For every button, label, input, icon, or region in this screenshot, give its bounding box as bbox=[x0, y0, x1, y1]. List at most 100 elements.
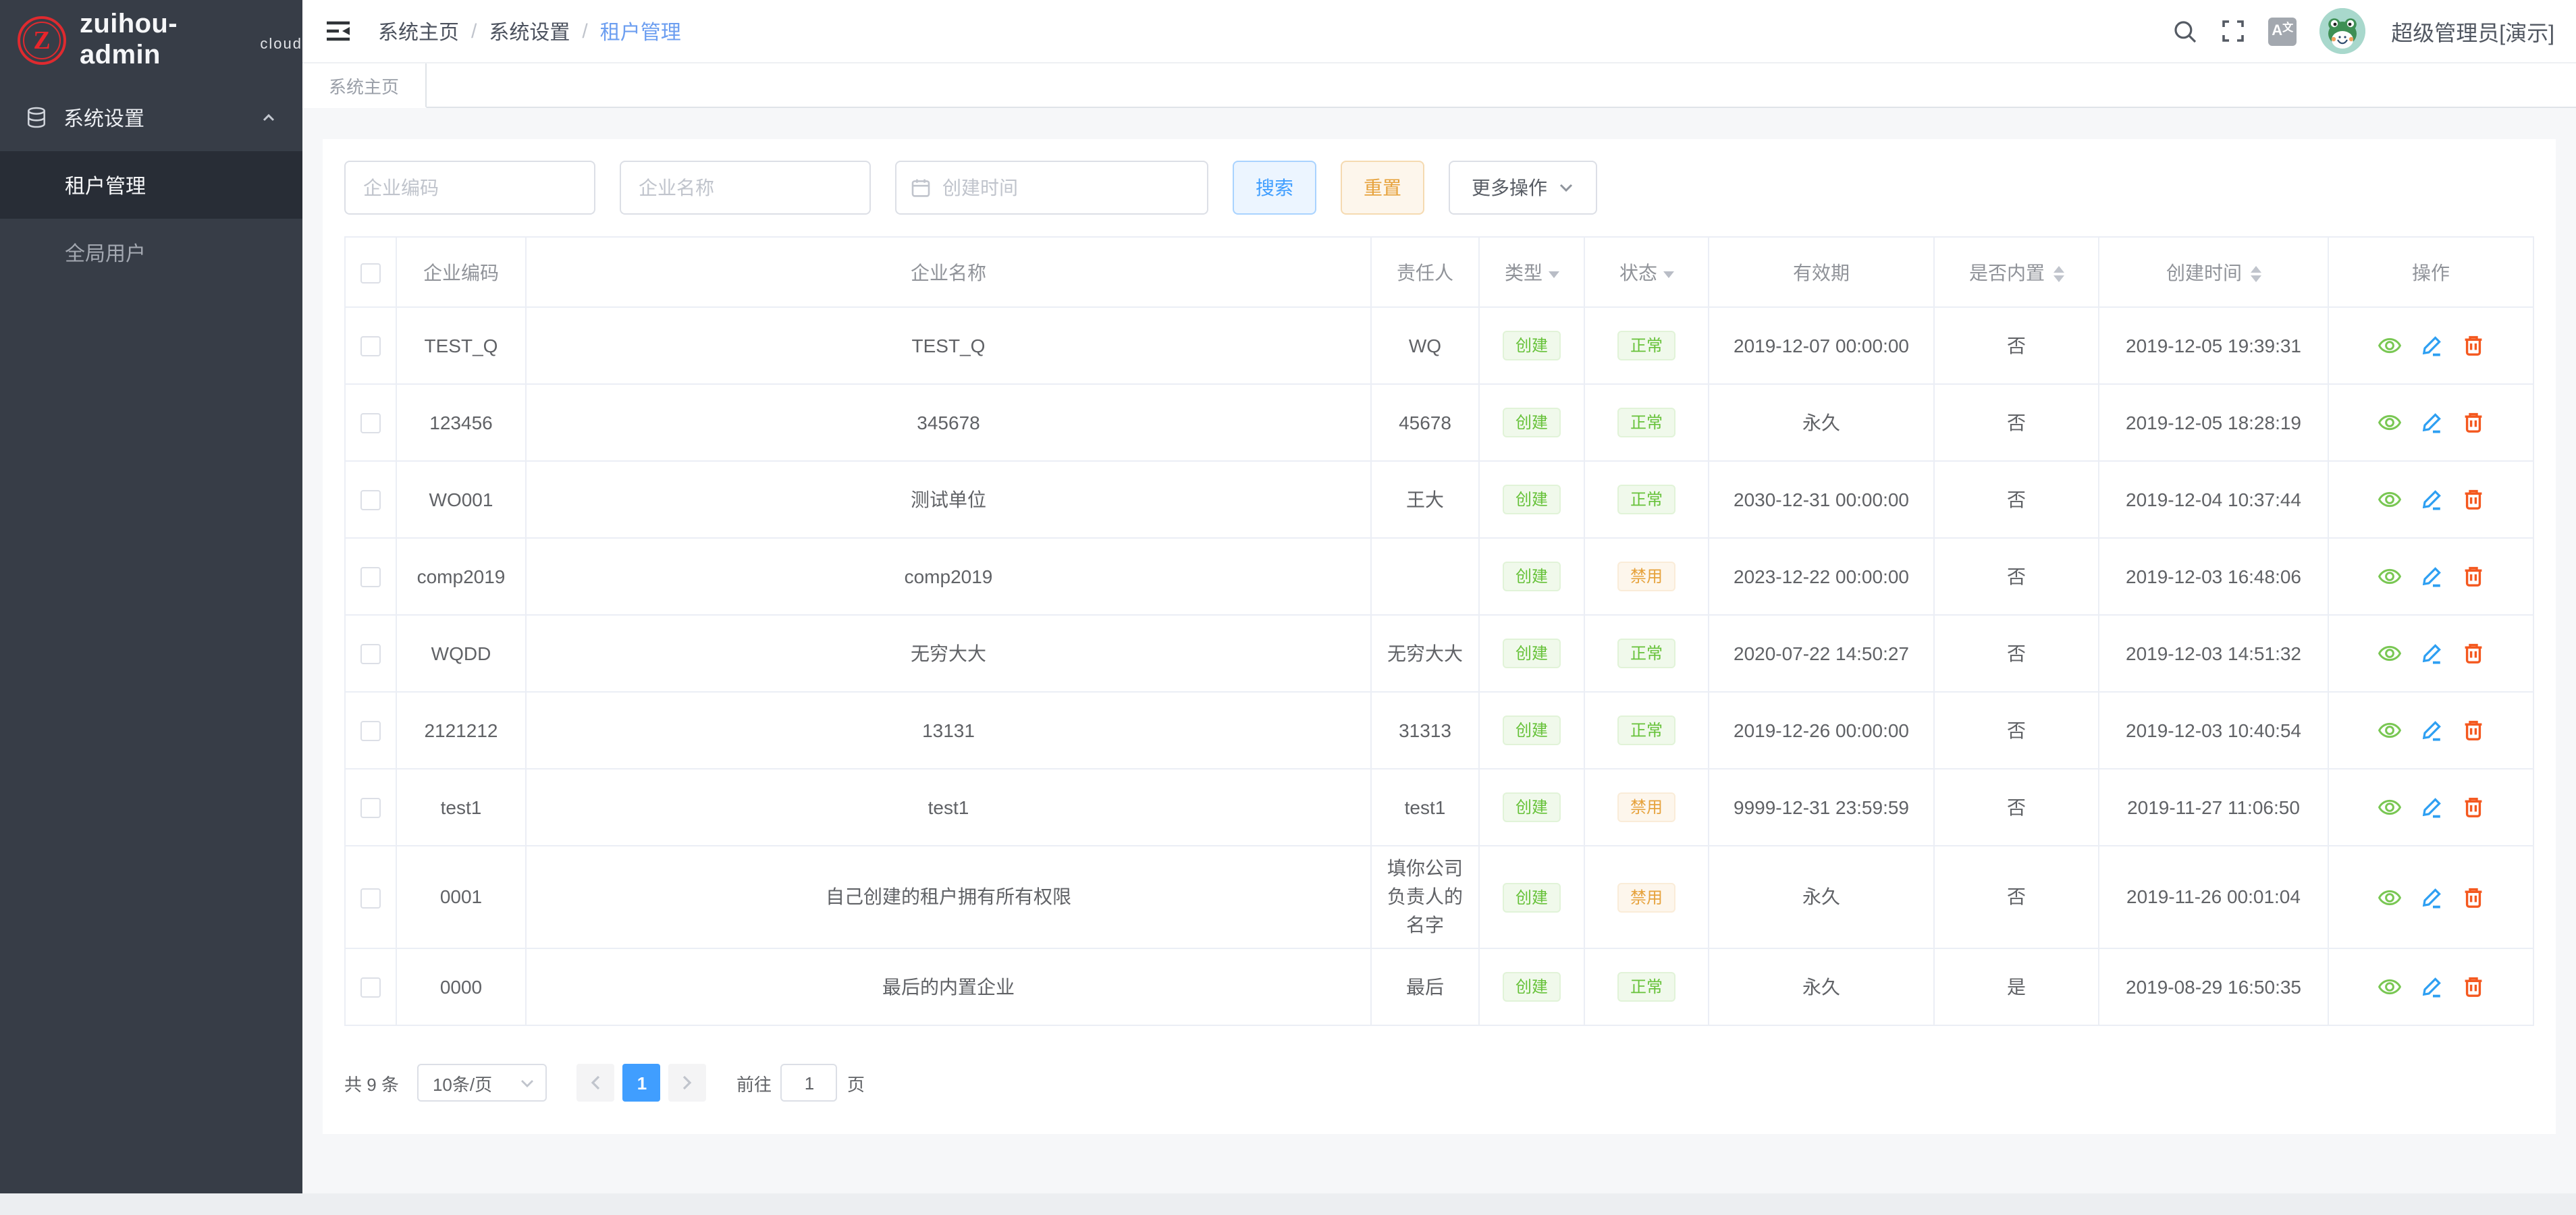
column-header[interactable]: 类型 bbox=[1479, 237, 1584, 307]
edit-icon[interactable] bbox=[2419, 975, 2443, 999]
sidebar-menu: 系统设置 租户管理 全局用户 bbox=[0, 84, 302, 286]
edit-icon[interactable] bbox=[2419, 885, 2443, 909]
delete-icon[interactable] bbox=[2461, 975, 2485, 999]
language-icon[interactable]: A文 bbox=[2268, 17, 2297, 45]
table-row: TEST_QTEST_QWQ创建正常2019-12-07 00:00:00否20… bbox=[345, 307, 2533, 384]
edit-icon[interactable] bbox=[2419, 641, 2443, 666]
search-icon[interactable] bbox=[2172, 18, 2198, 44]
view-icon[interactable] bbox=[2377, 718, 2401, 742]
delete-icon[interactable] bbox=[2461, 718, 2485, 742]
sidebar-item-label: 全局用户 bbox=[65, 238, 146, 267]
tab-bar: 系统主页 bbox=[302, 62, 2576, 108]
cell-status: 正常 bbox=[1584, 948, 1709, 1025]
edit-icon[interactable] bbox=[2419, 333, 2443, 358]
collapse-menu-icon[interactable] bbox=[324, 18, 351, 45]
row-actions bbox=[2337, 487, 2525, 512]
cell-type: 创建 bbox=[1479, 461, 1584, 538]
status-badge: 禁用 bbox=[1618, 882, 1675, 912]
delete-icon[interactable] bbox=[2461, 564, 2485, 589]
column-header[interactable]: 是否内置 bbox=[1934, 237, 2099, 307]
row-checkbox[interactable] bbox=[360, 888, 381, 909]
select-all-checkbox[interactable] bbox=[360, 263, 381, 284]
tenant-table: 企业编码企业名称责任人类型状态有效期是否内置创建时间操作 TEST_QTEST_… bbox=[344, 236, 2534, 1026]
column-header[interactable]: 创建时间 bbox=[2099, 237, 2328, 307]
next-page-button[interactable] bbox=[669, 1064, 707, 1102]
cell-created: 2019-12-03 10:40:54 bbox=[2099, 692, 2328, 769]
delete-icon[interactable] bbox=[2461, 641, 2485, 666]
edit-icon[interactable] bbox=[2419, 564, 2443, 589]
prev-page-button[interactable] bbox=[577, 1064, 615, 1102]
filter-caret-icon[interactable] bbox=[1548, 271, 1559, 283]
row-checkbox[interactable] bbox=[360, 645, 381, 665]
sort-desc-icon[interactable] bbox=[2053, 275, 2064, 282]
cell-builtin: 是 bbox=[1934, 948, 2099, 1025]
more-actions-button[interactable]: 更多操作 bbox=[1449, 161, 1597, 215]
enterprise-code-input[interactable] bbox=[344, 161, 595, 215]
cell-type: 创建 bbox=[1479, 692, 1584, 769]
tab-system-home[interactable]: 系统主页 bbox=[302, 63, 427, 108]
user-name[interactable]: 超级管理员[演示] bbox=[2391, 15, 2554, 47]
cell-expiry: 2019-12-26 00:00:00 bbox=[1709, 692, 1934, 769]
edit-icon[interactable] bbox=[2419, 487, 2443, 512]
create-time-picker[interactable] bbox=[895, 161, 1208, 215]
sort-asc-icon[interactable] bbox=[2250, 266, 2261, 273]
goto-page-input[interactable] bbox=[781, 1064, 838, 1102]
page-number-button[interactable]: 1 bbox=[623, 1064, 661, 1102]
cell-owner: 31313 bbox=[1371, 692, 1479, 769]
view-icon[interactable] bbox=[2377, 975, 2401, 999]
delete-icon[interactable] bbox=[2461, 487, 2485, 512]
table-row: 12345634567845678创建正常永久否2019-12-05 18:28… bbox=[345, 384, 2533, 461]
breadcrumb-item-home[interactable]: 系统主页 bbox=[378, 17, 459, 45]
view-icon[interactable] bbox=[2377, 487, 2401, 512]
sidebar-item-tenant-management[interactable]: 租户管理 bbox=[0, 151, 302, 219]
cell-type: 创建 bbox=[1479, 615, 1584, 692]
filter-caret-icon[interactable] bbox=[1663, 271, 1673, 283]
pagination: 共 9 条 10条/页 1 前往 bbox=[344, 1064, 2534, 1102]
edit-icon[interactable] bbox=[2419, 795, 2443, 819]
cell-status: 正常 bbox=[1584, 307, 1709, 384]
create-time-input[interactable] bbox=[942, 177, 1193, 198]
cell-name: 测试单位 bbox=[526, 461, 1371, 538]
sort-desc-icon[interactable] bbox=[2250, 275, 2261, 282]
sidebar-group-system-settings[interactable]: 系统设置 bbox=[0, 84, 302, 151]
enterprise-name-input[interactable] bbox=[620, 161, 871, 215]
breadcrumb-item-settings[interactable]: 系统设置 bbox=[489, 17, 570, 45]
row-checkbox[interactable] bbox=[360, 414, 381, 434]
row-actions bbox=[2337, 641, 2525, 666]
fullscreen-icon[interactable] bbox=[2221, 19, 2245, 43]
cell-name: 345678 bbox=[526, 384, 1371, 461]
cell-builtin: 否 bbox=[1934, 769, 2099, 846]
edit-icon[interactable] bbox=[2419, 718, 2443, 742]
row-checkbox[interactable] bbox=[360, 568, 381, 588]
reset-button[interactable]: 重置 bbox=[1341, 161, 1424, 215]
type-badge: 创建 bbox=[1503, 485, 1560, 514]
view-icon[interactable] bbox=[2377, 641, 2401, 666]
view-icon[interactable] bbox=[2377, 564, 2401, 589]
sort-icons[interactable] bbox=[2053, 266, 2064, 282]
cell-created: 2019-12-05 18:28:19 bbox=[2099, 384, 2328, 461]
row-checkbox[interactable] bbox=[360, 978, 381, 998]
delete-icon[interactable] bbox=[2461, 795, 2485, 819]
search-button[interactable]: 搜索 bbox=[1233, 161, 1316, 215]
delete-icon[interactable] bbox=[2461, 333, 2485, 358]
row-checkbox[interactable] bbox=[360, 491, 381, 511]
cell-code: 2121212 bbox=[396, 692, 526, 769]
row-checkbox[interactable] bbox=[360, 722, 381, 742]
sort-icons[interactable] bbox=[2250, 266, 2261, 282]
page-size-select[interactable]: 10条/页 bbox=[418, 1064, 547, 1102]
delete-icon[interactable] bbox=[2461, 885, 2485, 909]
view-icon[interactable] bbox=[2377, 410, 2401, 435]
pagination-total: 共 9 条 bbox=[344, 1070, 399, 1096]
sidebar-item-global-users[interactable]: 全局用户 bbox=[0, 219, 302, 286]
row-checkbox[interactable] bbox=[360, 337, 381, 357]
delete-icon[interactable] bbox=[2461, 410, 2485, 435]
view-icon[interactable] bbox=[2377, 795, 2401, 819]
sort-asc-icon[interactable] bbox=[2053, 266, 2064, 273]
column-header[interactable]: 状态 bbox=[1584, 237, 1709, 307]
view-icon[interactable] bbox=[2377, 333, 2401, 358]
edit-icon[interactable] bbox=[2419, 410, 2443, 435]
row-checkbox[interactable] bbox=[360, 799, 381, 819]
avatar[interactable] bbox=[2319, 8, 2365, 54]
column-header: 有效期 bbox=[1709, 237, 1934, 307]
view-icon[interactable] bbox=[2377, 885, 2401, 909]
